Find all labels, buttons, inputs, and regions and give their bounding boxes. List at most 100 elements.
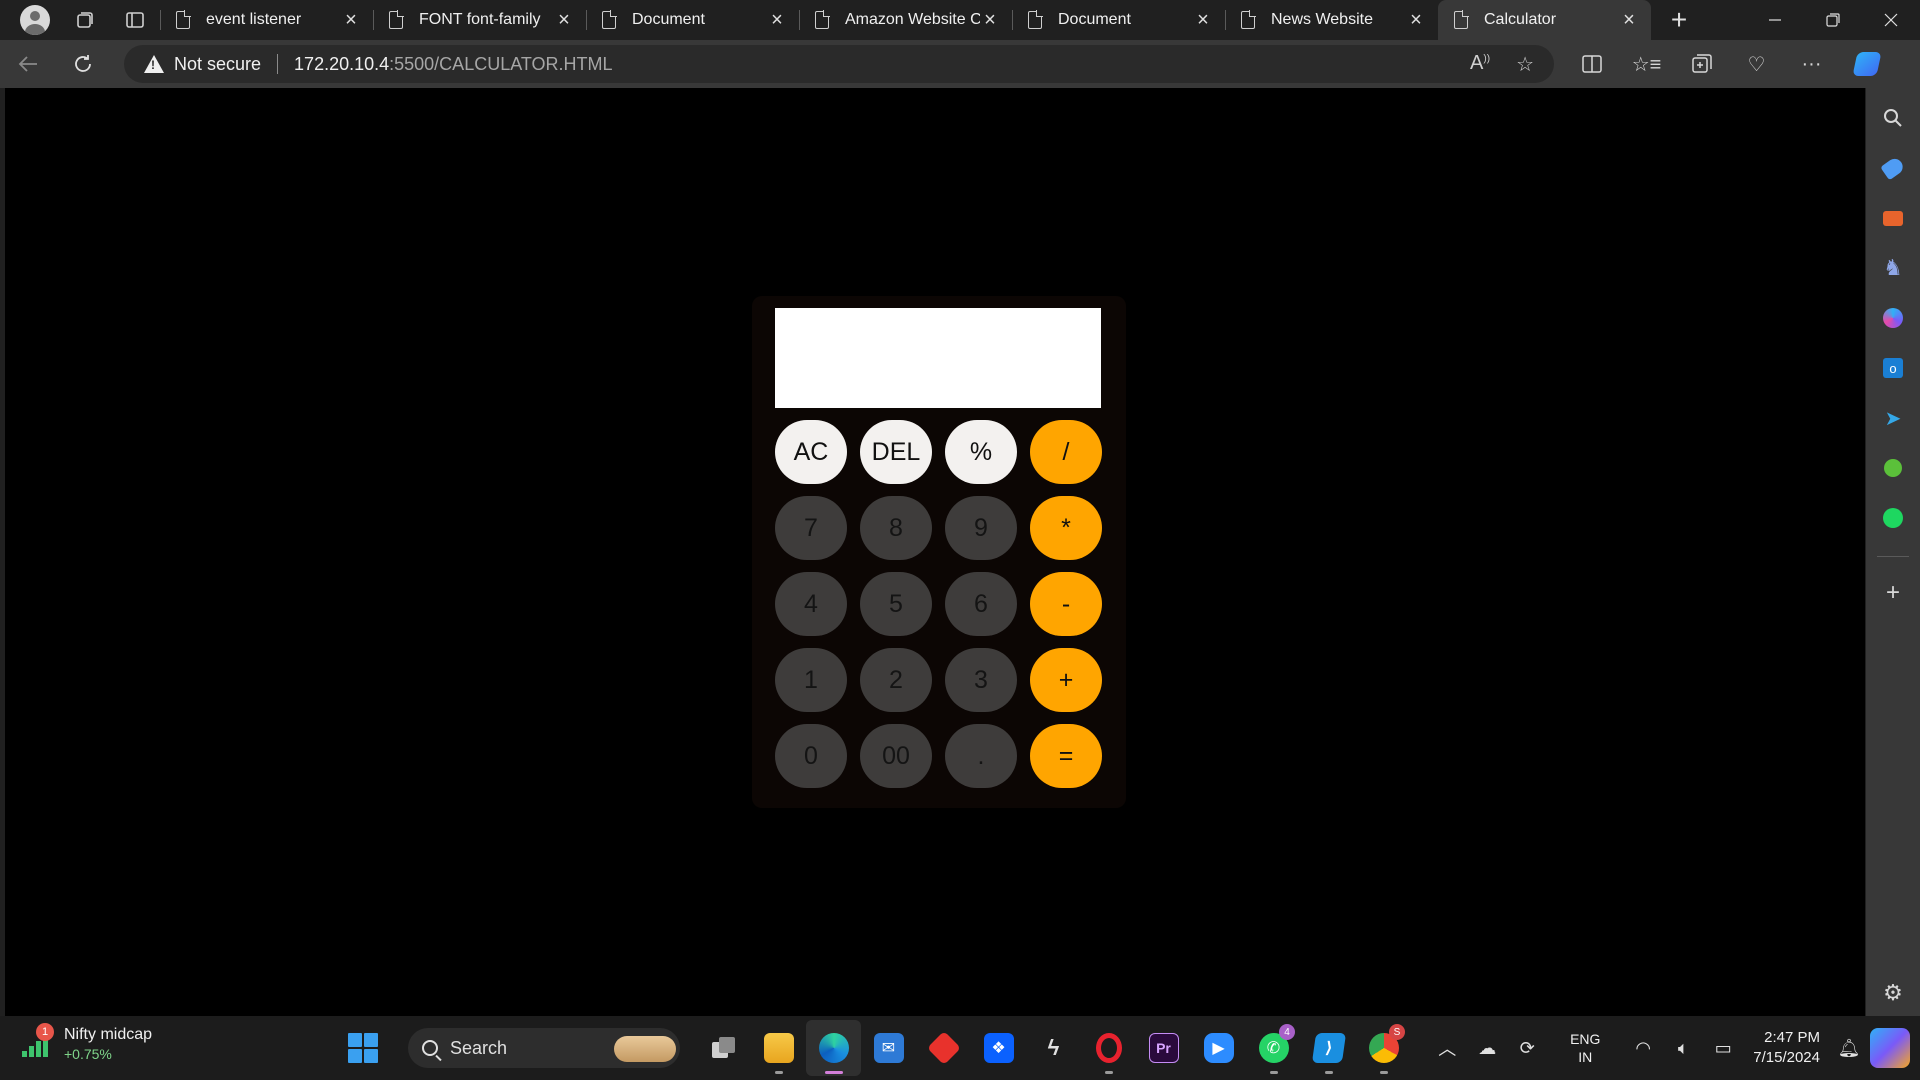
start-button[interactable] [348, 1033, 378, 1063]
key-del[interactable]: DEL [860, 420, 932, 484]
sidebar-tools-button[interactable] [1875, 200, 1911, 236]
app-red-diamond[interactable] [916, 1020, 971, 1076]
key-6[interactable]: 6 [945, 572, 1017, 636]
app-dropbox[interactable]: ❖ [971, 1020, 1026, 1076]
app-zoom[interactable]: ▶ [1191, 1020, 1246, 1076]
chevron-up-icon: ︿ [1438, 1039, 1457, 1059]
sidebar-add-button[interactable]: + [1875, 575, 1911, 611]
reload-icon [74, 55, 91, 72]
close-tab-icon[interactable]: × [980, 9, 1000, 32]
warning-icon[interactable] [144, 55, 164, 73]
key-7[interactable]: 7 [775, 496, 847, 560]
key-ac[interactable]: AC [775, 420, 847, 484]
key-0[interactable]: 0 [775, 724, 847, 788]
notifications-button[interactable]: 🔔︎ [1834, 1038, 1864, 1059]
key-8[interactable]: 8 [860, 496, 932, 560]
show-hidden-icons-button[interactable]: ︿ [1427, 1035, 1467, 1061]
app-vscode[interactable]: ⟩ [1301, 1020, 1356, 1076]
browser-essentials-button[interactable]: ♡ [1729, 40, 1784, 88]
calculator-display[interactable] [775, 308, 1101, 408]
collections-button[interactable] [1674, 40, 1729, 88]
tab-actions-button[interactable] [110, 0, 160, 40]
key-multiply[interactable]: * [1030, 496, 1102, 560]
copilot-taskbar-button[interactable] [1870, 1028, 1910, 1068]
close-tab-icon[interactable]: × [1193, 9, 1213, 32]
app-premiere-pro[interactable]: Pr [1136, 1020, 1191, 1076]
tab-news-website[interactable]: News Website × [1225, 0, 1438, 40]
key-decimal[interactable]: . [945, 724, 1017, 788]
cloud-off-icon: ☁ [1478, 1037, 1497, 1058]
minimize-button[interactable] [1746, 0, 1804, 40]
key-divide[interactable]: / [1030, 420, 1102, 484]
sidebar-telegram-button[interactable]: ➤ [1875, 400, 1911, 436]
split-screen-button[interactable] [1564, 40, 1619, 88]
tab-event-listener[interactable]: event listener × [160, 0, 373, 40]
tab-document-2[interactable]: Document × [1012, 0, 1225, 40]
restore-button[interactable] [1804, 0, 1862, 40]
key-5[interactable]: 5 [860, 572, 932, 636]
profile-button[interactable] [10, 0, 60, 40]
key-1[interactable]: 1 [775, 648, 847, 712]
app-edge[interactable] [806, 1020, 861, 1076]
url-path[interactable]: :5500/CALCULATOR.HTML [389, 54, 612, 75]
key-add[interactable]: + [1030, 648, 1102, 712]
close-tab-icon[interactable]: × [341, 9, 361, 32]
key-9[interactable]: 9 [945, 496, 1017, 560]
workspaces-button[interactable] [60, 0, 110, 40]
app-mail[interactable]: ✉ [861, 1020, 916, 1076]
sidebar-outlook-button[interactable]: o [1875, 350, 1911, 386]
key-3[interactable]: 3 [945, 648, 1017, 712]
app-file-explorer[interactable] [751, 1020, 806, 1076]
stock-widget[interactable]: 1 Nifty midcap +0.75% [22, 1023, 152, 1062]
key-2[interactable]: 2 [860, 648, 932, 712]
page-icon [602, 10, 617, 29]
close-tab-icon[interactable]: × [1619, 9, 1639, 32]
app-whatsapp[interactable]: ✆ 4 [1246, 1020, 1301, 1076]
clock[interactable]: 2:47 PM 7/15/2024 [1753, 1028, 1820, 1068]
close-tab-icon[interactable]: × [767, 9, 787, 32]
back-button[interactable] [0, 40, 55, 88]
tab-font-family[interactable]: FONT font-family × [373, 0, 586, 40]
sidebar-shopping-button[interactable] [1875, 150, 1911, 186]
sync-button[interactable]: ⟳ [1507, 1038, 1547, 1059]
app-chrome[interactable]: S [1356, 1020, 1411, 1076]
close-tab-icon[interactable]: × [1406, 9, 1426, 32]
tab-title: event listener [206, 11, 302, 28]
taskbar-search[interactable]: Search [408, 1028, 680, 1068]
volume-button[interactable]: 🔈︎ [1663, 1038, 1703, 1059]
sidebar-spotify-button[interactable] [1875, 500, 1911, 536]
tab-amazon-website[interactable]: Amazon Website Cl × [799, 0, 1012, 40]
close-window-button[interactable] [1862, 0, 1920, 40]
sidebar-tree-button[interactable] [1875, 450, 1911, 486]
settings-and-more-button[interactable]: ··· [1784, 40, 1839, 88]
sidebar-settings-button[interactable]: ⚙ [1883, 980, 1903, 1006]
key-equals[interactable]: = [1030, 724, 1102, 788]
favorite-star-icon[interactable]: ☆ [1516, 52, 1534, 77]
sidebar-games-button[interactable]: ♞ [1875, 250, 1911, 286]
tab-document-1[interactable]: Document × [586, 0, 799, 40]
url-host[interactable]: 172.20.10.4 [294, 54, 389, 75]
sidebar-m365-button[interactable] [1875, 300, 1911, 336]
key-4[interactable]: 4 [775, 572, 847, 636]
sidebar-search-button[interactable] [1875, 100, 1911, 136]
new-tab-button[interactable]: + [1651, 0, 1707, 40]
key-00[interactable]: 00 [860, 724, 932, 788]
task-view-button[interactable] [696, 1020, 751, 1076]
security-status[interactable]: Not secure [174, 54, 261, 75]
app-bolt[interactable]: ϟ [1026, 1020, 1081, 1076]
favorites-button[interactable]: ☆≡ [1619, 40, 1674, 88]
close-icon [1884, 13, 1898, 27]
address-bar[interactable]: Not secure 172.20.10.4:5500/CALCULATOR.H… [124, 45, 1554, 83]
battery-button[interactable]: ▭ [1703, 1038, 1743, 1059]
tab-calculator[interactable]: Calculator × [1438, 0, 1651, 40]
copilot-button[interactable] [1839, 40, 1894, 88]
key-percent[interactable]: % [945, 420, 1017, 484]
language-indicator[interactable]: ENG IN [1557, 1030, 1613, 1066]
app-opera[interactable] [1081, 1020, 1136, 1076]
onedrive-button[interactable]: ☁ [1467, 1038, 1507, 1059]
reload-button[interactable] [55, 40, 110, 88]
wifi-button[interactable]: ◠ [1623, 1038, 1663, 1059]
close-tab-icon[interactable]: × [554, 9, 574, 32]
key-subtract[interactable]: - [1030, 572, 1102, 636]
read-aloud-icon[interactable]: A)) [1470, 52, 1490, 77]
